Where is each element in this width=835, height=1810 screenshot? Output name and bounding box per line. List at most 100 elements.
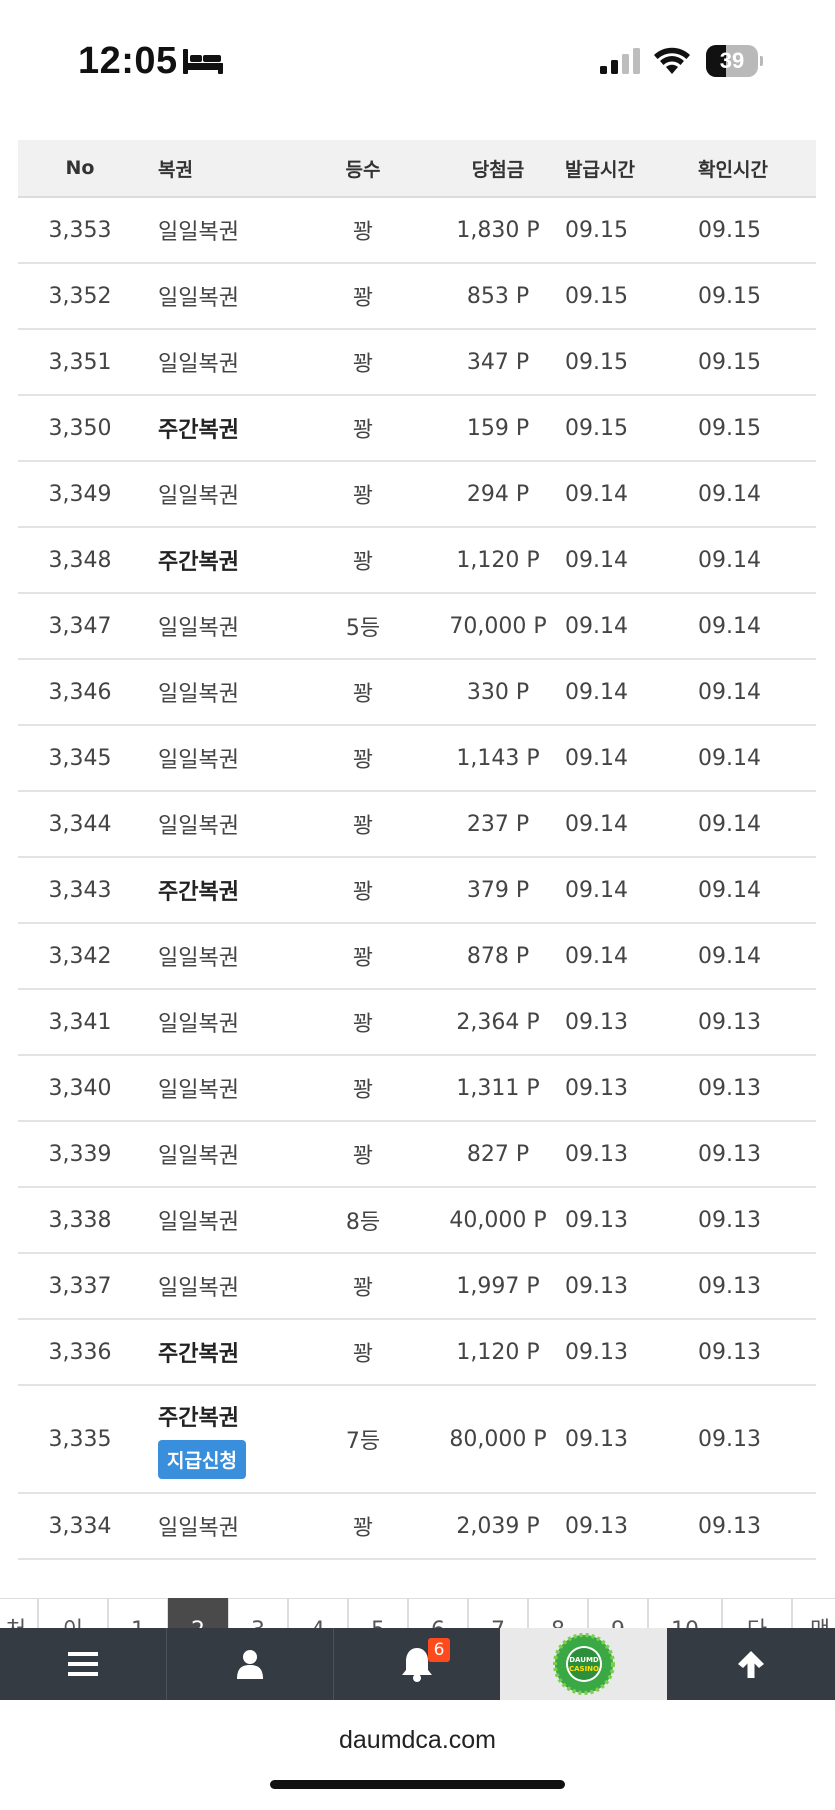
hamburger-menu-icon xyxy=(68,1652,98,1676)
row-rank: 꽝 xyxy=(352,484,374,509)
table-row: 3,348 주간복권 꽝 1,120 P 09.14 09.14 xyxy=(18,528,816,594)
table-row: 3,342 일일복권 꽝 878 P 09.14 09.14 xyxy=(18,924,816,990)
row-no: 3,337 xyxy=(48,1273,112,1299)
user-icon xyxy=(237,1650,263,1679)
cellular-signal-icon xyxy=(600,48,640,74)
row-checked-time: 09.13 xyxy=(698,1075,761,1101)
row-no: 3,334 xyxy=(48,1513,112,1539)
row-issued-time: 09.14 xyxy=(565,943,628,969)
page-last-button[interactable]: 맨 xyxy=(792,1598,835,1630)
row-checked-time: 09.14 xyxy=(698,679,761,705)
row-type: 일일복권 xyxy=(158,484,239,509)
table-row: 3,352 일일복권 꽝 853 P 09.15 09.15 xyxy=(18,264,816,330)
row-prize: 237 P xyxy=(466,811,530,837)
bottom-navigation: 6 DAUMD CASINO xyxy=(0,1628,835,1700)
row-no: 3,339 xyxy=(48,1141,112,1167)
page-first-button[interactable]: 처 xyxy=(0,1598,38,1630)
table-row: 3,334 일일복권 꽝 2,039 P 09.13 09.13 xyxy=(18,1494,816,1560)
row-prize: 1,997 P xyxy=(456,1273,540,1299)
my-page-button[interactable] xyxy=(167,1628,333,1700)
row-rank: 꽝 xyxy=(352,1516,374,1541)
row-rank: 꽝 xyxy=(352,1144,374,1169)
row-issued-time: 09.14 xyxy=(565,613,628,639)
row-checked-time: 09.13 xyxy=(698,1273,761,1299)
row-type: 일일복권 xyxy=(158,814,239,839)
scroll-to-top-button[interactable] xyxy=(667,1628,835,1700)
row-rank: 7등 xyxy=(345,1429,381,1454)
row-no: 3,336 xyxy=(48,1339,112,1365)
browser-address-bar[interactable]: daumdca.com xyxy=(0,1700,835,1780)
row-issued-time: 09.15 xyxy=(565,217,628,243)
header-prize: 당첨금 xyxy=(471,158,525,181)
page-prev-button[interactable]: 이 xyxy=(38,1598,108,1630)
row-prize: 1,143 P xyxy=(456,745,540,771)
page-button[interactable]: 4 xyxy=(288,1598,348,1630)
row-type: 일일복권 xyxy=(158,1012,239,1037)
home-indicator[interactable] xyxy=(270,1780,565,1789)
row-issued-time: 09.14 xyxy=(565,745,628,771)
table-row: 3,346 일일복권 꽝 330 P 09.14 09.14 xyxy=(18,660,816,726)
page-button[interactable]: 1 xyxy=(108,1598,168,1630)
row-no: 3,346 xyxy=(48,679,112,705)
row-prize: 827 P xyxy=(466,1141,530,1167)
row-type: 일일복권 xyxy=(158,1276,239,1301)
page-next-button[interactable]: 다 xyxy=(722,1598,792,1630)
row-checked-time: 09.14 xyxy=(698,943,761,969)
table-row: 3,340 일일복권 꽝 1,311 P 09.13 09.13 xyxy=(18,1056,816,1122)
page-button[interactable]: 10 xyxy=(648,1598,722,1630)
battery-indicator: 39 xyxy=(706,45,763,77)
notifications-button[interactable] xyxy=(334,1628,500,1700)
page-button[interactable]: 9 xyxy=(588,1598,648,1630)
claim-payment-button[interactable]: 지급신청 xyxy=(158,1439,246,1479)
row-type: 주간복권 xyxy=(158,550,239,575)
row-type: 일일복권 xyxy=(158,286,239,311)
row-checked-time: 09.15 xyxy=(698,283,761,309)
row-issued-time: 09.13 xyxy=(565,1141,628,1167)
header-issued-time: 발급시간 xyxy=(565,158,635,181)
row-type: 일일복권 xyxy=(158,1210,239,1235)
row-issued-time: 09.13 xyxy=(565,1513,628,1539)
table-row: 3,341 일일복권 꽝 2,364 P 09.13 09.13 xyxy=(18,990,816,1056)
row-checked-time: 09.14 xyxy=(698,745,761,771)
header-type: 복권 xyxy=(158,158,193,181)
row-type: 일일복권 xyxy=(158,1516,239,1541)
row-checked-time: 09.14 xyxy=(698,481,761,507)
row-prize: 1,120 P xyxy=(456,547,540,573)
row-checked-time: 09.13 xyxy=(698,1513,761,1539)
row-rank: 꽝 xyxy=(352,814,374,839)
row-checked-time: 09.15 xyxy=(698,415,761,441)
page-button[interactable]: 2 xyxy=(168,1598,228,1630)
row-type: 일일복권 xyxy=(158,616,239,641)
home-logo-button[interactable]: DAUMD CASINO xyxy=(500,1628,667,1700)
row-type: 일일복권 xyxy=(158,1144,239,1169)
row-prize: 40,000 P xyxy=(449,1207,547,1233)
row-prize: 878 P xyxy=(466,943,530,969)
row-no: 3,347 xyxy=(48,613,112,639)
page-button[interactable]: 6 xyxy=(408,1598,468,1630)
row-prize: 347 P xyxy=(466,349,530,375)
page-button[interactable]: 7 xyxy=(468,1598,528,1630)
row-no: 3,351 xyxy=(48,349,112,375)
row-checked-time: 09.13 xyxy=(698,1009,761,1035)
page-button[interactable]: 5 xyxy=(348,1598,408,1630)
row-prize: 2,364 P xyxy=(456,1009,540,1035)
menu-button[interactable] xyxy=(0,1628,166,1700)
row-rank: 꽝 xyxy=(352,1012,374,1037)
row-checked-time: 09.14 xyxy=(698,877,761,903)
table-row: 3,343 주간복권 꽝 379 P 09.14 09.14 xyxy=(18,858,816,924)
url-text: daumdca.com xyxy=(338,1726,497,1754)
header-rank: 등수 xyxy=(345,158,381,181)
row-prize: 1,120 P xyxy=(456,1339,540,1365)
header-no: No xyxy=(65,157,95,179)
row-prize: 1,830 P xyxy=(456,217,540,243)
table-row: 3,338 일일복권 8등 40,000 P 09.13 09.13 xyxy=(18,1188,816,1254)
page-button[interactable]: 8 xyxy=(528,1598,588,1630)
row-type: 일일복권 xyxy=(158,748,239,773)
row-no: 3,343 xyxy=(48,877,112,903)
row-issued-time: 09.14 xyxy=(565,481,628,507)
row-prize: 379 P xyxy=(466,877,530,903)
page-button[interactable]: 3 xyxy=(228,1598,288,1630)
pagination: 처이12345678910다맨 xyxy=(0,1598,835,1630)
row-no: 3,353 xyxy=(48,217,112,243)
lottery-history-table: No 복권 등수 당첨금 발급시간 확인시간 3,353 일일복권 꽝 1,830 P… xyxy=(18,140,816,1560)
